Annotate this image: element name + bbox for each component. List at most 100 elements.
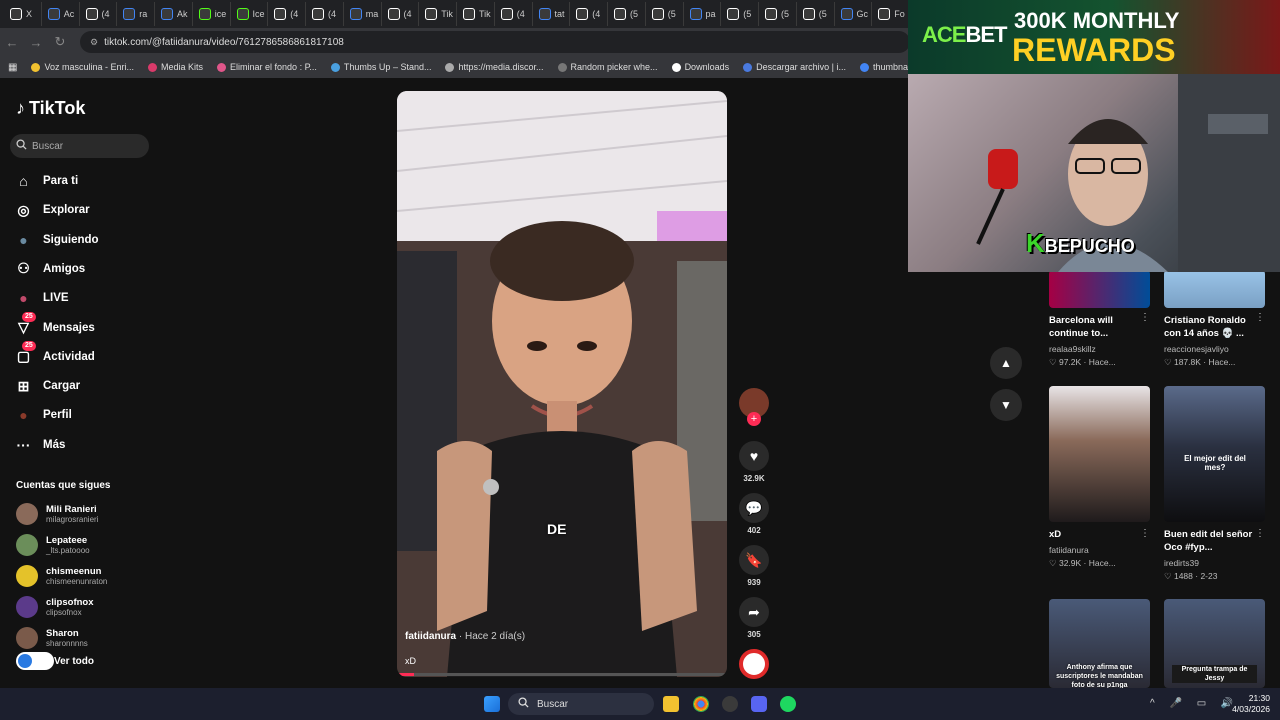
webcam-overlay: KBEPUCHO [908,74,1280,272]
extension-toggle-icon[interactable] [16,652,54,670]
chevron-up-icon[interactable]: ▲ [990,347,1022,379]
obs-icon[interactable] [722,696,738,712]
live-icon: ● [19,290,28,307]
nav-item-actividad[interactable]: ▢ 25 Actividad [14,341,95,367]
system-tray[interactable]: ^ 🎤 ▭ 🔊 [1150,698,1239,709]
browser-tab[interactable]: (4 [306,2,344,26]
nav-item-siguiendo[interactable]: ● Siguiendo [14,230,98,250]
browser-tab[interactable]: Ak [155,2,193,26]
browser-tab[interactable]: (4 [495,2,533,26]
browser-tab[interactable]: (5 [759,2,797,26]
browser-tab[interactable]: (5 [646,2,684,26]
save-button[interactable]: 🔖 939 [738,545,770,587]
taskbar-search[interactable]: Buscar [508,693,654,715]
browser-tab[interactable]: ice [193,2,231,26]
like-button[interactable]: ♥ 32.9K [738,441,770,483]
comment-button[interactable]: 💬 402 [738,493,770,535]
nav-item-más[interactable]: ··· Más [14,435,66,455]
see-all-link[interactable]: Ver todo [16,649,94,673]
related-video-card[interactable]: El mejor edit del mes? Buen edit del señ… [1164,386,1265,582]
browser-tab[interactable]: Gc [835,2,873,26]
chrome-icon[interactable] [693,696,709,712]
browser-tab[interactable]: (4 [570,2,608,26]
browser-tab[interactable]: (4 [382,2,420,26]
chevron-down-icon[interactable]: ▼ [990,389,1022,421]
tiktok-logo[interactable]: ♪ TikTok [16,98,85,119]
bookmark-item[interactable]: thumbnail save - Bu... [859,62,910,72]
browser-tab[interactable]: X [4,2,42,26]
browser-tab[interactable]: (5 [797,2,835,26]
browser-tab[interactable]: (5 [608,2,646,26]
nav-item-mensajes[interactable]: ▽ 25 Mensajes [14,312,95,338]
bookmark-item[interactable]: Downloads [671,62,729,72]
browser-tab[interactable]: (5 [721,2,759,26]
browser-tab[interactable]: Tik [419,2,457,26]
nav-item-live[interactable]: ● LIVE [14,288,68,308]
browser-tab[interactable]: (4 [80,2,118,26]
video-progress-bar[interactable] [397,673,727,676]
following-section-title: Cuentas que sigues [16,480,111,491]
follow-plus-icon[interactable]: + [747,412,761,426]
followed-account[interactable]: clipsofnox clipsofnox [16,595,94,619]
site-info-icon[interactable]: ⚙ [90,37,98,48]
browser-tab[interactable]: pa [684,2,722,26]
browser-tab[interactable]: Ice [231,2,269,26]
clock[interactable]: 21:30 4/03/2026 [1232,693,1270,715]
browser-tab[interactable]: ma [344,2,382,26]
nav-item-para-ti[interactable]: ⌂ Para ti [14,171,78,191]
related-video-card[interactable]: Barcelona will continue to... realaa9ski… [1049,270,1150,368]
tab-label: Fo [894,9,905,19]
more-options-icon[interactable]: ⋮ [1140,528,1150,539]
browser-tab[interactable]: (4 [268,2,306,26]
bookmark-item[interactable]: Descargar archivo | i... [743,62,846,72]
video-player[interactable]: DE fatiidanura · Hace 2 día(s) xD [397,91,727,677]
browser-tab[interactable]: Tik [457,2,495,26]
account-handle: clipsofnox [46,608,82,617]
bookmark-item[interactable]: Media Kits [148,62,203,72]
back-icon[interactable]: ← [0,35,24,50]
discord-icon[interactable] [751,696,767,712]
followed-account[interactable]: Mili Ranieri milagrosranieri [16,502,98,526]
related-video-card[interactable]: xD fatiidanura ♡ 32.9K · Hace... ⋮ [1049,386,1150,569]
tab-favicon-icon [312,8,324,20]
share-button[interactable]: ➦ 305 [738,597,770,639]
followed-account[interactable]: chismeenun chismeenunraton [16,564,107,588]
apps-icon[interactable]: ▦ [8,62,17,73]
nav-item-cargar[interactable]: ⊞ Cargar [14,376,80,396]
browser-tab[interactable]: Ac [42,2,80,26]
browser-tab[interactable]: ra [117,2,155,26]
related-video-card[interactable]: Anthony afirma que suscriptores le manda… [1049,599,1150,688]
nav-item-perfil[interactable]: ● Perfil [14,405,72,425]
forward-icon[interactable]: → [24,35,48,50]
file-explorer-icon[interactable] [663,696,679,712]
thumbnail-caption: Anthony afirma que suscriptores le manda… [1056,664,1143,688]
more-options-icon[interactable]: ⋮ [1140,312,1150,323]
bookmark-item[interactable]: https://media.discor... [445,62,544,72]
reload-icon[interactable]: ↻ [48,34,72,50]
url-field[interactable]: ⚙ tiktok.com/@fatiidanura/video/76127865… [80,31,910,53]
followed-account[interactable]: Lepateee _lts.patoooo [16,533,90,557]
browser-tab[interactable]: Fo [872,2,910,26]
nav-item-explorar[interactable]: ◎ Explorar [14,200,89,220]
nav-item-amigos[interactable]: ⚇ Amigos [14,259,85,279]
bookmark-item[interactable]: Thumbs Up – Stand... [330,62,431,72]
related-video-card[interactable]: Pregunta trampa de Jessy [1164,599,1265,688]
bookmark-favicon-icon [31,62,41,72]
more-options-icon[interactable]: ⋮ [1255,312,1265,323]
music-disc-button[interactable] [738,649,770,679]
video-frame [397,91,727,677]
tab-favicon-icon [47,8,60,20]
author-avatar-button[interactable]: + [738,388,770,426]
bookmark-item[interactable]: Voz masculina - Enri... [31,62,134,72]
bookmark-item[interactable]: Random picker whe... [557,62,658,72]
spotify-icon[interactable] [780,696,796,712]
related-video-card[interactable]: Cristiano Ronaldo con 14 años 💀 ... reac… [1164,270,1265,368]
tab-label: (4 [403,9,412,19]
windows-start-icon[interactable] [484,696,500,712]
more-options-icon[interactable]: ⋮ [1255,528,1265,539]
search-input[interactable]: Buscar [10,134,149,158]
bookmark-item[interactable]: Eliminar el fondo : P... [217,62,317,72]
video-author[interactable]: fatiidanura · Hace 2 día(s) [405,631,525,642]
browser-tab[interactable]: tat [533,2,571,26]
followed-account[interactable]: Sharon sharonnnns [16,626,88,650]
